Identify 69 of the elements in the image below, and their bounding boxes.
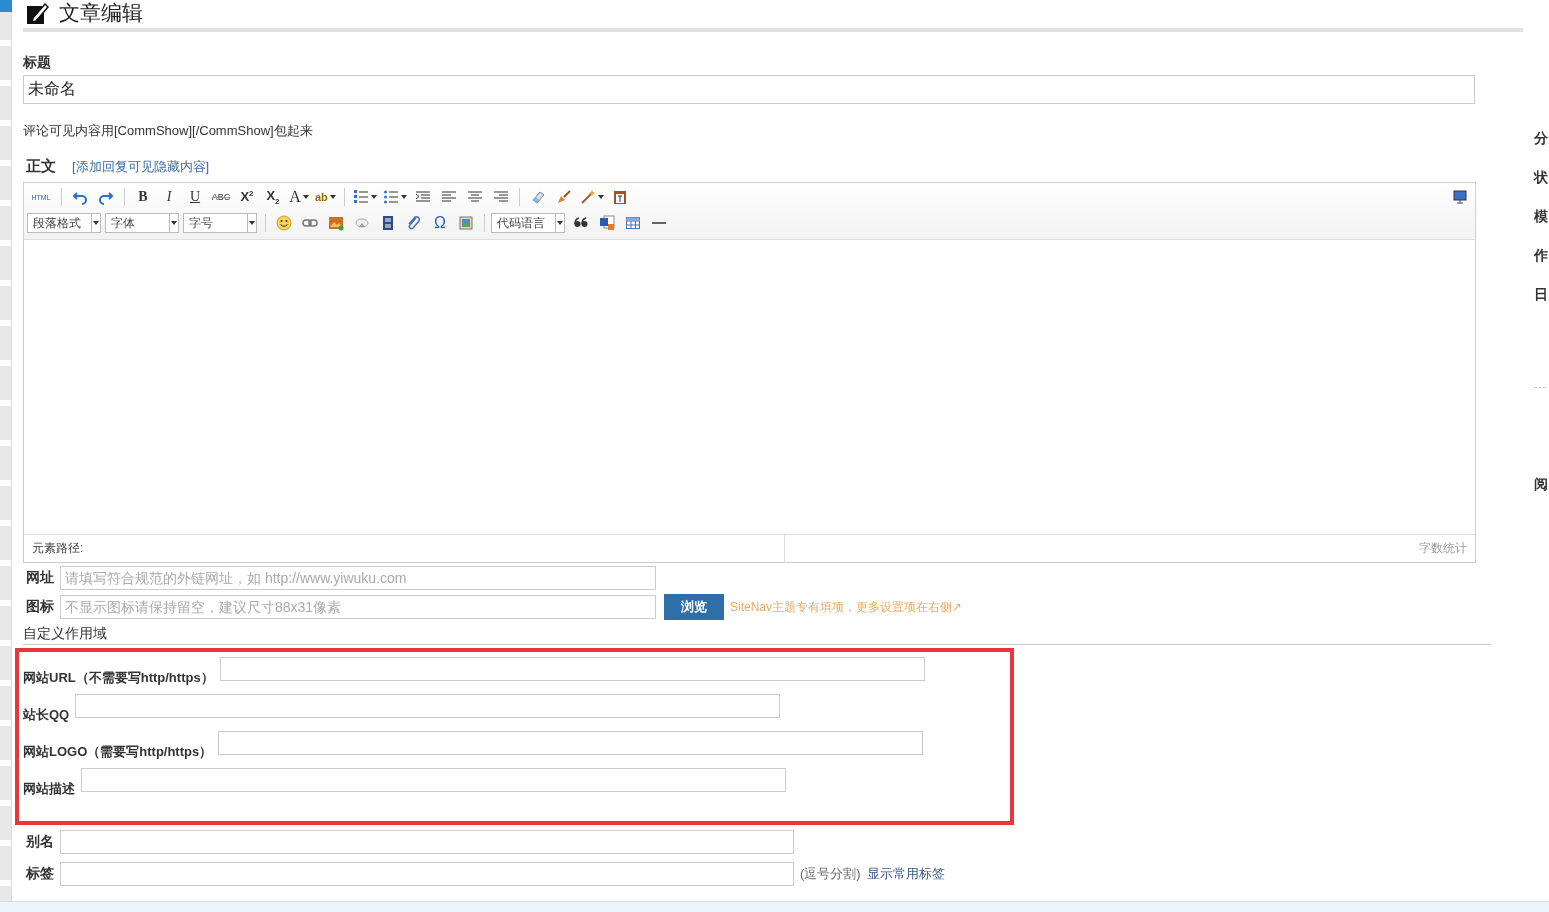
text-input[interactable]	[60, 862, 794, 886]
field-label: 状	[1534, 169, 1549, 187]
text-input[interactable]	[75, 694, 781, 718]
toolbar-button[interactable]: ab	[313, 187, 338, 207]
film-icon	[380, 215, 396, 231]
page-title: 文章编辑	[59, 0, 143, 26]
tags-link[interactable]: 显示常用标签	[866, 865, 945, 883]
monitor-icon	[1453, 190, 1467, 204]
text-input[interactable]: 请填写符合规范的外链网址，如 http://www.yiwuku.com	[60, 566, 656, 590]
toolbar-button[interactable]: I	[157, 187, 181, 207]
toolbar-button[interactable]: X$_{2}$	[261, 187, 285, 207]
field-label: 分	[1534, 130, 1549, 148]
smiley-icon	[276, 215, 292, 231]
sidebar-marker	[0, 0, 12, 12]
align-left-icon	[440, 189, 457, 205]
field-label: 日	[1534, 286, 1549, 304]
word-document-icon	[599, 215, 615, 231]
text-input[interactable]: 不显示图标请保持留空，建议尺寸88x31像素	[60, 595, 656, 619]
toolbar-button[interactable]: U	[183, 187, 207, 207]
word-count: 字数统计	[1418, 540, 1468, 557]
dropdown-select[interactable]: 字号	[183, 213, 257, 233]
field-label: 标签	[26, 865, 54, 883]
paperclip-icon	[406, 215, 422, 231]
dropdown-select[interactable]: 字体	[105, 213, 179, 233]
hint-text: 评论可见内容用[CommShow][/CommShow]包起来	[23, 122, 314, 140]
browse-button[interactable]: 浏览	[664, 594, 724, 620]
text-input[interactable]	[81, 768, 786, 792]
field-label: 网站LOGO（需要写http/https）	[23, 743, 213, 761]
field-label: 别名	[26, 833, 54, 851]
field-label: 标题	[23, 54, 52, 72]
title-input[interactable]: 未命名	[23, 75, 1475, 104]
hint-text: (逗号分割)	[800, 865, 861, 883]
clipboard-icon	[611, 189, 628, 205]
field-label: 阅	[1534, 476, 1549, 494]
indent-icon	[414, 189, 431, 205]
field-label: 网站URL（不需要写http/https）	[23, 669, 214, 687]
horizontal-rule-icon	[652, 222, 666, 224]
toolbar-button[interactable]: X$^{2}$	[235, 187, 259, 207]
image-icon	[328, 215, 344, 231]
field-label: 图标	[26, 598, 54, 616]
toolbar-button[interactable]: Ω	[428, 213, 452, 233]
dropdown-select[interactable]: 段落格式	[27, 213, 101, 233]
picture-frame-icon	[458, 215, 474, 231]
field-label: 正文	[26, 157, 56, 176]
dropdown-select[interactable]: 代码语言	[491, 213, 565, 233]
align-right-icon	[492, 189, 509, 205]
brush-icon	[555, 189, 572, 205]
field-label: 模	[1534, 208, 1549, 226]
toolbar-button[interactable]: A	[287, 187, 311, 207]
field-label: 站长QQ	[23, 706, 70, 724]
field-label: 网址	[26, 569, 54, 587]
align-center-icon	[466, 189, 483, 205]
undo-icon	[72, 189, 88, 205]
section-title: 自定义作用域	[23, 625, 1491, 645]
edit-icon	[27, 2, 49, 24]
field-label: 网站描述	[23, 780, 75, 798]
text-input[interactable]	[60, 830, 794, 854]
hidden-content-link[interactable]: [添加回复可见隐藏内容]	[72, 157, 210, 176]
redo-icon	[98, 189, 114, 205]
ordered-list-icon	[352, 189, 369, 205]
element-path: 元素路径:	[24, 535, 785, 562]
note-text: SiteNav主题专有填项，更多设置项在右侧↗	[730, 598, 963, 616]
magic-wand-icon	[579, 189, 596, 205]
field-label: 作	[1534, 247, 1549, 265]
text-input[interactable]	[219, 657, 925, 681]
table-icon	[625, 215, 641, 231]
toolbar-button[interactable]: B	[131, 187, 155, 207]
text-input[interactable]	[218, 731, 924, 755]
bullet-list-icon	[382, 189, 399, 205]
